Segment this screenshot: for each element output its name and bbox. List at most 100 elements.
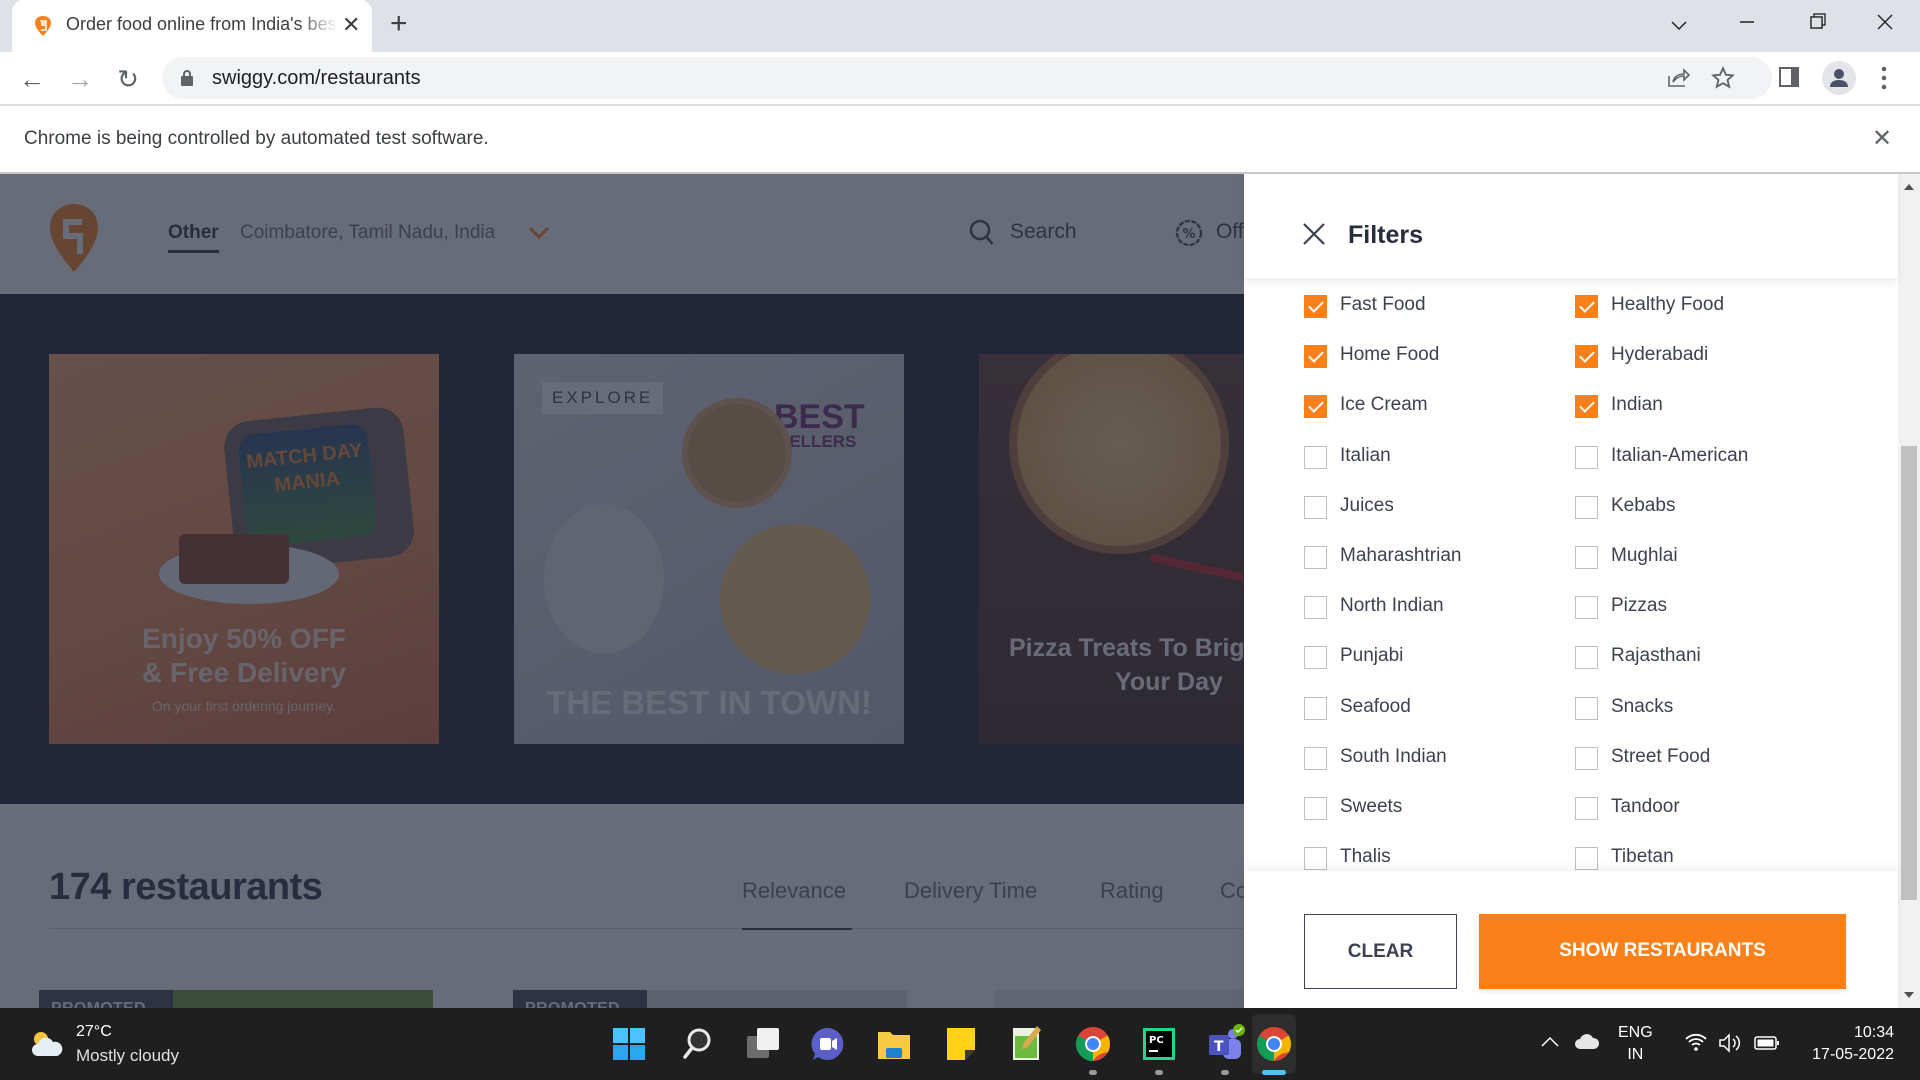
filters-title: Filters: [1348, 221, 1424, 249]
window-close-icon[interactable]: [1860, 8, 1910, 44]
restore-icon[interactable]: [1792, 8, 1842, 44]
weather-cloudy-icon[interactable]: [30, 1030, 64, 1058]
automation-infobar: Chrome is being controlled by automated …: [0, 106, 1920, 174]
svg-text:T: T: [1214, 1039, 1224, 1055]
filter-option-label: Seafood: [1340, 695, 1411, 717]
filters-panel: Filters Fast Food Healthy Food Home Food Hy…: [1244, 174, 1898, 1008]
filter-option-label: Thalis: [1340, 846, 1391, 868]
tab-close-icon[interactable]: ✕: [342, 13, 360, 37]
checkbox-unchecked[interactable]: [1575, 495, 1598, 519]
scrollbar-thumb[interactable]: [1901, 446, 1917, 900]
weather-description: Mostly cloudy: [76, 1046, 179, 1065]
checkbox-checked[interactable]: [1575, 345, 1598, 369]
scroll-up-arrow-icon[interactable]: [1904, 184, 1914, 190]
checkbox-checked[interactable]: [1304, 345, 1327, 369]
filter-option-label: Tandoor: [1611, 796, 1680, 817]
filter-option-label: Tibetan: [1611, 846, 1674, 868]
windows-taskbar: 27°C Mostly cloudy PC T ENG IN 10:34 17-…: [0, 1008, 1920, 1080]
forward-icon[interactable]: →: [64, 63, 96, 95]
reload-icon[interactable]: ↻: [112, 63, 144, 95]
checkbox-checked[interactable]: [1575, 395, 1598, 419]
checkbox-checked[interactable]: [1304, 295, 1327, 318]
swiggy-page: Other Coimbatore, Tamil Nadu, India Sear…: [0, 174, 1920, 1008]
checkbox-checked[interactable]: [1575, 295, 1598, 318]
profile-avatar[interactable]: [1822, 61, 1856, 95]
filter-option-label: Pizzas: [1611, 595, 1667, 617]
running-indicator: [1221, 1070, 1229, 1075]
filter-option-label: Mughlai: [1611, 545, 1678, 566]
chrome-menu-icon[interactable]: [1880, 66, 1888, 90]
filter-option-label: Italian: [1340, 444, 1391, 466]
chrome-icon[interactable]: [1071, 1022, 1115, 1066]
sticky-notes-icon[interactable]: [939, 1022, 983, 1066]
system-clock[interactable]: 10:34 17-05-2022: [1812, 1022, 1894, 1066]
running-indicator: [1155, 1070, 1163, 1075]
filter-option-label: Punjabi: [1340, 645, 1404, 667]
filter-option-label: Snacks: [1611, 695, 1674, 717]
battery-icon[interactable]: [1754, 1035, 1780, 1051]
checkbox-unchecked[interactable]: [1304, 596, 1327, 620]
svg-text:PC: PC: [1149, 1035, 1164, 1046]
checkbox-unchecked[interactable]: [1575, 646, 1598, 670]
page-scrollbar[interactable]: [1898, 174, 1920, 1008]
checkbox-unchecked[interactable]: [1304, 495, 1327, 519]
filter-option-label: Fast Food: [1340, 294, 1426, 315]
lang-primary: ENG: [1618, 1024, 1653, 1041]
chrome-active-icon[interactable]: [1252, 1022, 1296, 1066]
new-tab-button[interactable]: +: [390, 9, 408, 39]
checkbox-unchecked[interactable]: [1575, 847, 1598, 871]
checkbox-unchecked[interactable]: [1304, 546, 1327, 569]
wifi-icon[interactable]: [1684, 1032, 1708, 1052]
filter-option-label: Indian: [1611, 394, 1663, 416]
tab-title: Order food online from India's best food…: [66, 14, 338, 34]
checkbox-unchecked[interactable]: [1575, 445, 1598, 469]
chat-icon[interactable]: [806, 1022, 850, 1066]
checkbox-unchecked[interactable]: [1304, 696, 1327, 720]
checkbox-unchecked[interactable]: [1575, 696, 1598, 720]
filter-option-label: Home Food: [1340, 344, 1440, 366]
lang-region: IN: [1627, 1046, 1644, 1063]
checkbox-unchecked[interactable]: [1304, 847, 1327, 871]
filter-option-label: Kebabs: [1611, 494, 1676, 516]
back-icon[interactable]: ←: [16, 63, 48, 95]
onedrive-cloud-icon[interactable]: [1574, 1032, 1600, 1050]
side-panel-icon[interactable]: [1778, 66, 1800, 88]
notepad-plus-plus-icon[interactable]: [1005, 1022, 1049, 1066]
share-icon[interactable]: [1666, 66, 1690, 90]
filter-option-label: Street Food: [1611, 745, 1711, 767]
start-menu-icon[interactable]: [607, 1022, 651, 1066]
browser-tab-active[interactable]: Order food online from India's best food…: [12, 0, 372, 52]
volume-icon[interactable]: [1718, 1032, 1744, 1054]
checkbox-unchecked[interactable]: [1304, 445, 1327, 469]
show-restaurants-button[interactable]: SHOW RESTAURANTS: [1479, 914, 1846, 989]
infobar-close-icon[interactable]: ✕: [1872, 124, 1892, 153]
address-bar[interactable]: swiggy.com/restaurants: [162, 57, 1772, 99]
url-text: swiggy.com/restaurants: [212, 67, 421, 89]
filter-option-label: Hyderabadi: [1611, 344, 1709, 366]
checkbox-unchecked[interactable]: [1304, 797, 1327, 820]
minimize-icon[interactable]: [1722, 8, 1772, 44]
filter-option-label: Sweets: [1340, 796, 1403, 817]
filter-option-label: North Indian: [1340, 595, 1444, 617]
search-taskbar-icon[interactable]: [675, 1022, 719, 1066]
scroll-down-arrow-icon[interactable]: [1904, 992, 1914, 998]
checkbox-unchecked[interactable]: [1304, 746, 1327, 770]
checkbox-unchecked[interactable]: [1575, 797, 1598, 820]
close-icon[interactable]: [1302, 222, 1326, 246]
checkbox-unchecked[interactable]: [1304, 646, 1327, 670]
checkbox-unchecked[interactable]: [1575, 596, 1598, 620]
show-hidden-icons-chevron-icon[interactable]: [1540, 1036, 1560, 1048]
filter-option-label: Italian-American: [1611, 444, 1749, 466]
task-view-icon[interactable]: [741, 1022, 785, 1066]
teams-icon[interactable]: T: [1203, 1022, 1247, 1066]
browser-tab-strip: Order food online from India's best food…: [0, 0, 1920, 52]
pycharm-icon[interactable]: PC: [1137, 1022, 1181, 1066]
file-explorer-icon[interactable]: [872, 1022, 916, 1066]
bookmark-star-icon[interactable]: [1710, 65, 1736, 91]
checkbox-unchecked[interactable]: [1575, 546, 1598, 569]
clear-button[interactable]: CLEAR: [1304, 914, 1457, 989]
checkbox-checked[interactable]: [1304, 395, 1327, 419]
checkbox-unchecked[interactable]: [1575, 746, 1598, 770]
tab-search-chevron-icon[interactable]: [1654, 8, 1704, 44]
input-language[interactable]: ENG IN: [1618, 1022, 1653, 1066]
